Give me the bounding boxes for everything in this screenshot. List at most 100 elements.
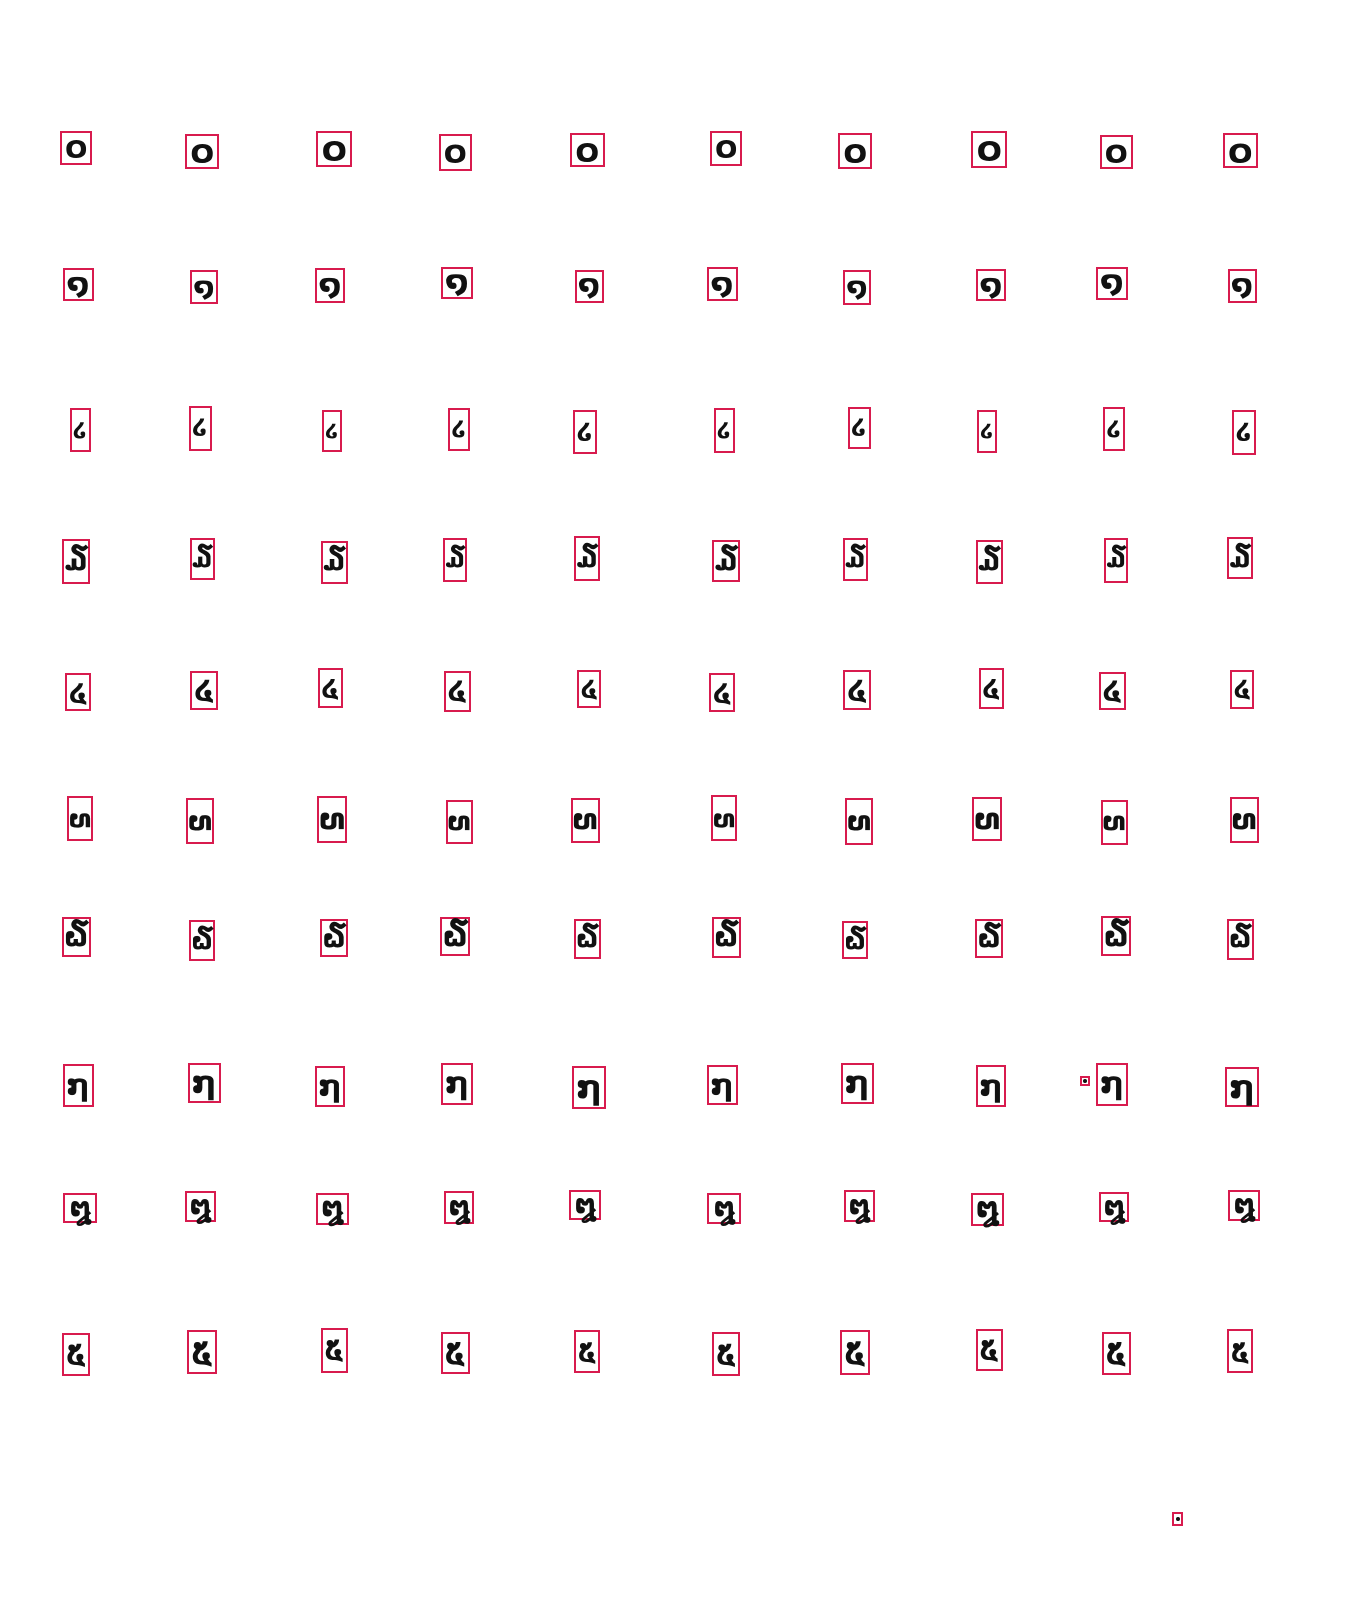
character-box: ໗ [840, 1062, 874, 1104]
character-box: ໔ [317, 668, 343, 708]
handwritten-glyph: ໗ [710, 1067, 734, 1102]
character-box: ໕ [1227, 1329, 1253, 1373]
character-box: ໘ [843, 1190, 875, 1222]
handwritten-glyph: ໘ [573, 1187, 596, 1222]
handwritten-glyph: ໖ [575, 924, 599, 954]
handwritten-glyph: ໕ [979, 1335, 999, 1365]
handwritten-glyph: ໐ [975, 129, 1003, 169]
stray-dot [1175, 1517, 1180, 1521]
handwritten-glyph: ໙ [572, 803, 598, 836]
character-box: ໕ [320, 1327, 348, 1373]
character-box: ໓ [712, 540, 740, 582]
character-box: ໒ [322, 410, 342, 452]
character-box: ໔ [443, 670, 471, 712]
handwritten-glyph: ໗ [318, 1068, 342, 1103]
character-box: ໓ [975, 540, 1003, 584]
handwritten-glyph: ໖ [1228, 924, 1252, 954]
character-box: ໐ [316, 131, 352, 167]
character-box: ໔ [843, 670, 871, 710]
handwritten-glyph: ໒ [325, 419, 339, 442]
handwritten-glyph: ໒ [451, 416, 467, 441]
character-box: ໙ [1100, 799, 1128, 845]
character-box: ໖ [975, 918, 1003, 958]
handwritten-glyph: ໓ [1229, 543, 1251, 573]
handwritten-glyph: ໓ [1106, 546, 1126, 573]
character-box: ໐ [438, 133, 472, 171]
handwritten-glyph: ໘ [68, 1190, 91, 1225]
handwritten-glyph: ໑ [710, 266, 734, 301]
character-box: ໗ [187, 1063, 221, 1103]
character-box: ໙ [570, 797, 600, 843]
handwritten-glyph: ໑ [846, 271, 868, 303]
character-box: ໑ [843, 269, 871, 305]
character-box: ໓ [443, 538, 467, 582]
handwritten-glyph: ໑ [66, 266, 90, 301]
handwritten-glyph: ໙ [712, 803, 736, 833]
character-box: ໔ [190, 670, 218, 710]
handwritten-glyph: ໒ [1236, 418, 1252, 445]
handwritten-glyph: ໖ [64, 920, 88, 953]
character-box: ໘ [569, 1190, 601, 1220]
handwritten-glyph: ໓ [323, 547, 345, 577]
character-box: ໒ [448, 407, 470, 451]
handwritten-glyph: ໖ [1103, 918, 1129, 953]
character-box: ໔ [577, 670, 601, 708]
character-box: ໙ [445, 800, 473, 844]
handwritten-glyph: ໔ [1102, 676, 1122, 706]
handwritten-glyph: ໐ [189, 132, 215, 170]
handwritten-glyph: ໗ [979, 1068, 1003, 1103]
character-box: ໕ [840, 1329, 870, 1375]
handwritten-glyph: ໓ [445, 546, 465, 573]
character-box: ໐ [1099, 133, 1133, 170]
character-box: ໗ [1225, 1067, 1259, 1107]
character-box: ໑ [1227, 269, 1257, 303]
handwritten-glyph: ໙ [973, 801, 1001, 836]
handwritten-glyph: ໖ [714, 920, 738, 953]
handwritten-glyph: ໙ [447, 807, 471, 837]
handwritten-glyph: ໓ [191, 545, 213, 573]
character-box: ໑ [315, 267, 345, 303]
handwritten-glyph: ໗ [844, 1064, 870, 1101]
character-box: ໗ [1096, 1062, 1128, 1106]
handwritten-glyph: ໐ [64, 130, 88, 165]
handwritten-glyph: ໑ [979, 267, 1003, 302]
handwritten-glyph: ໙ [846, 805, 872, 837]
handwritten-glyph: ໘ [1232, 1187, 1255, 1222]
handwritten-glyph: ໒ [1106, 416, 1122, 441]
character-box: ໒ [188, 405, 212, 451]
character-box: ໘ [184, 1190, 216, 1222]
character-box: ໓ [1104, 537, 1128, 583]
handwritten-glyph: ໐ [443, 133, 467, 170]
character-row: ໕ ໕ ໕ ໕ ໕ ໕ ໕ ໕ ໕ ໕ [0, 0, 1359, 1376]
character-box: ໙ [845, 797, 873, 845]
handwritten-glyph: ໖ [191, 925, 213, 955]
character-box: ໑ [441, 267, 473, 299]
character-box: ໕ [62, 1332, 90, 1376]
character-box: ໕ [1101, 1331, 1131, 1375]
character-box: ໑ [1096, 266, 1128, 300]
character-box: ໙ [317, 795, 347, 843]
character-box: ໑ [190, 270, 218, 304]
character-box: ໖ [320, 919, 348, 957]
handwritten-glyph: ໗ [1100, 1066, 1124, 1101]
handwritten-glyph: ໔ [447, 676, 467, 706]
character-box: ໓ [62, 538, 90, 584]
character-box: ໔ [978, 667, 1004, 709]
handwritten-glyph: ໘ [975, 1190, 999, 1227]
handwritten-glyph: ໙ [1231, 803, 1257, 836]
handwritten-glyph: ໕ [324, 1335, 344, 1365]
character-box: ໒ [1103, 407, 1125, 451]
handwritten-glyph: ໖ [977, 922, 1001, 954]
character-box: ໓ [189, 538, 215, 580]
character-box: ໒ [713, 407, 735, 453]
handwritten-glyph: ໖ [322, 922, 346, 954]
handwritten-glyph: ໑ [445, 265, 469, 300]
handwritten-glyph: ໒ [980, 419, 994, 442]
handwritten-glyph: ໐ [1104, 133, 1128, 170]
handwritten-glyph: ໕ [716, 1338, 736, 1370]
handwritten-glyph: ໔ [982, 674, 1000, 702]
handwritten-glyph: ໕ [1105, 1336, 1127, 1369]
character-box: ໕ [187, 1330, 217, 1374]
handwritten-glyph: ໘ [712, 1190, 735, 1225]
handwritten-glyph: ໔ [847, 674, 867, 706]
